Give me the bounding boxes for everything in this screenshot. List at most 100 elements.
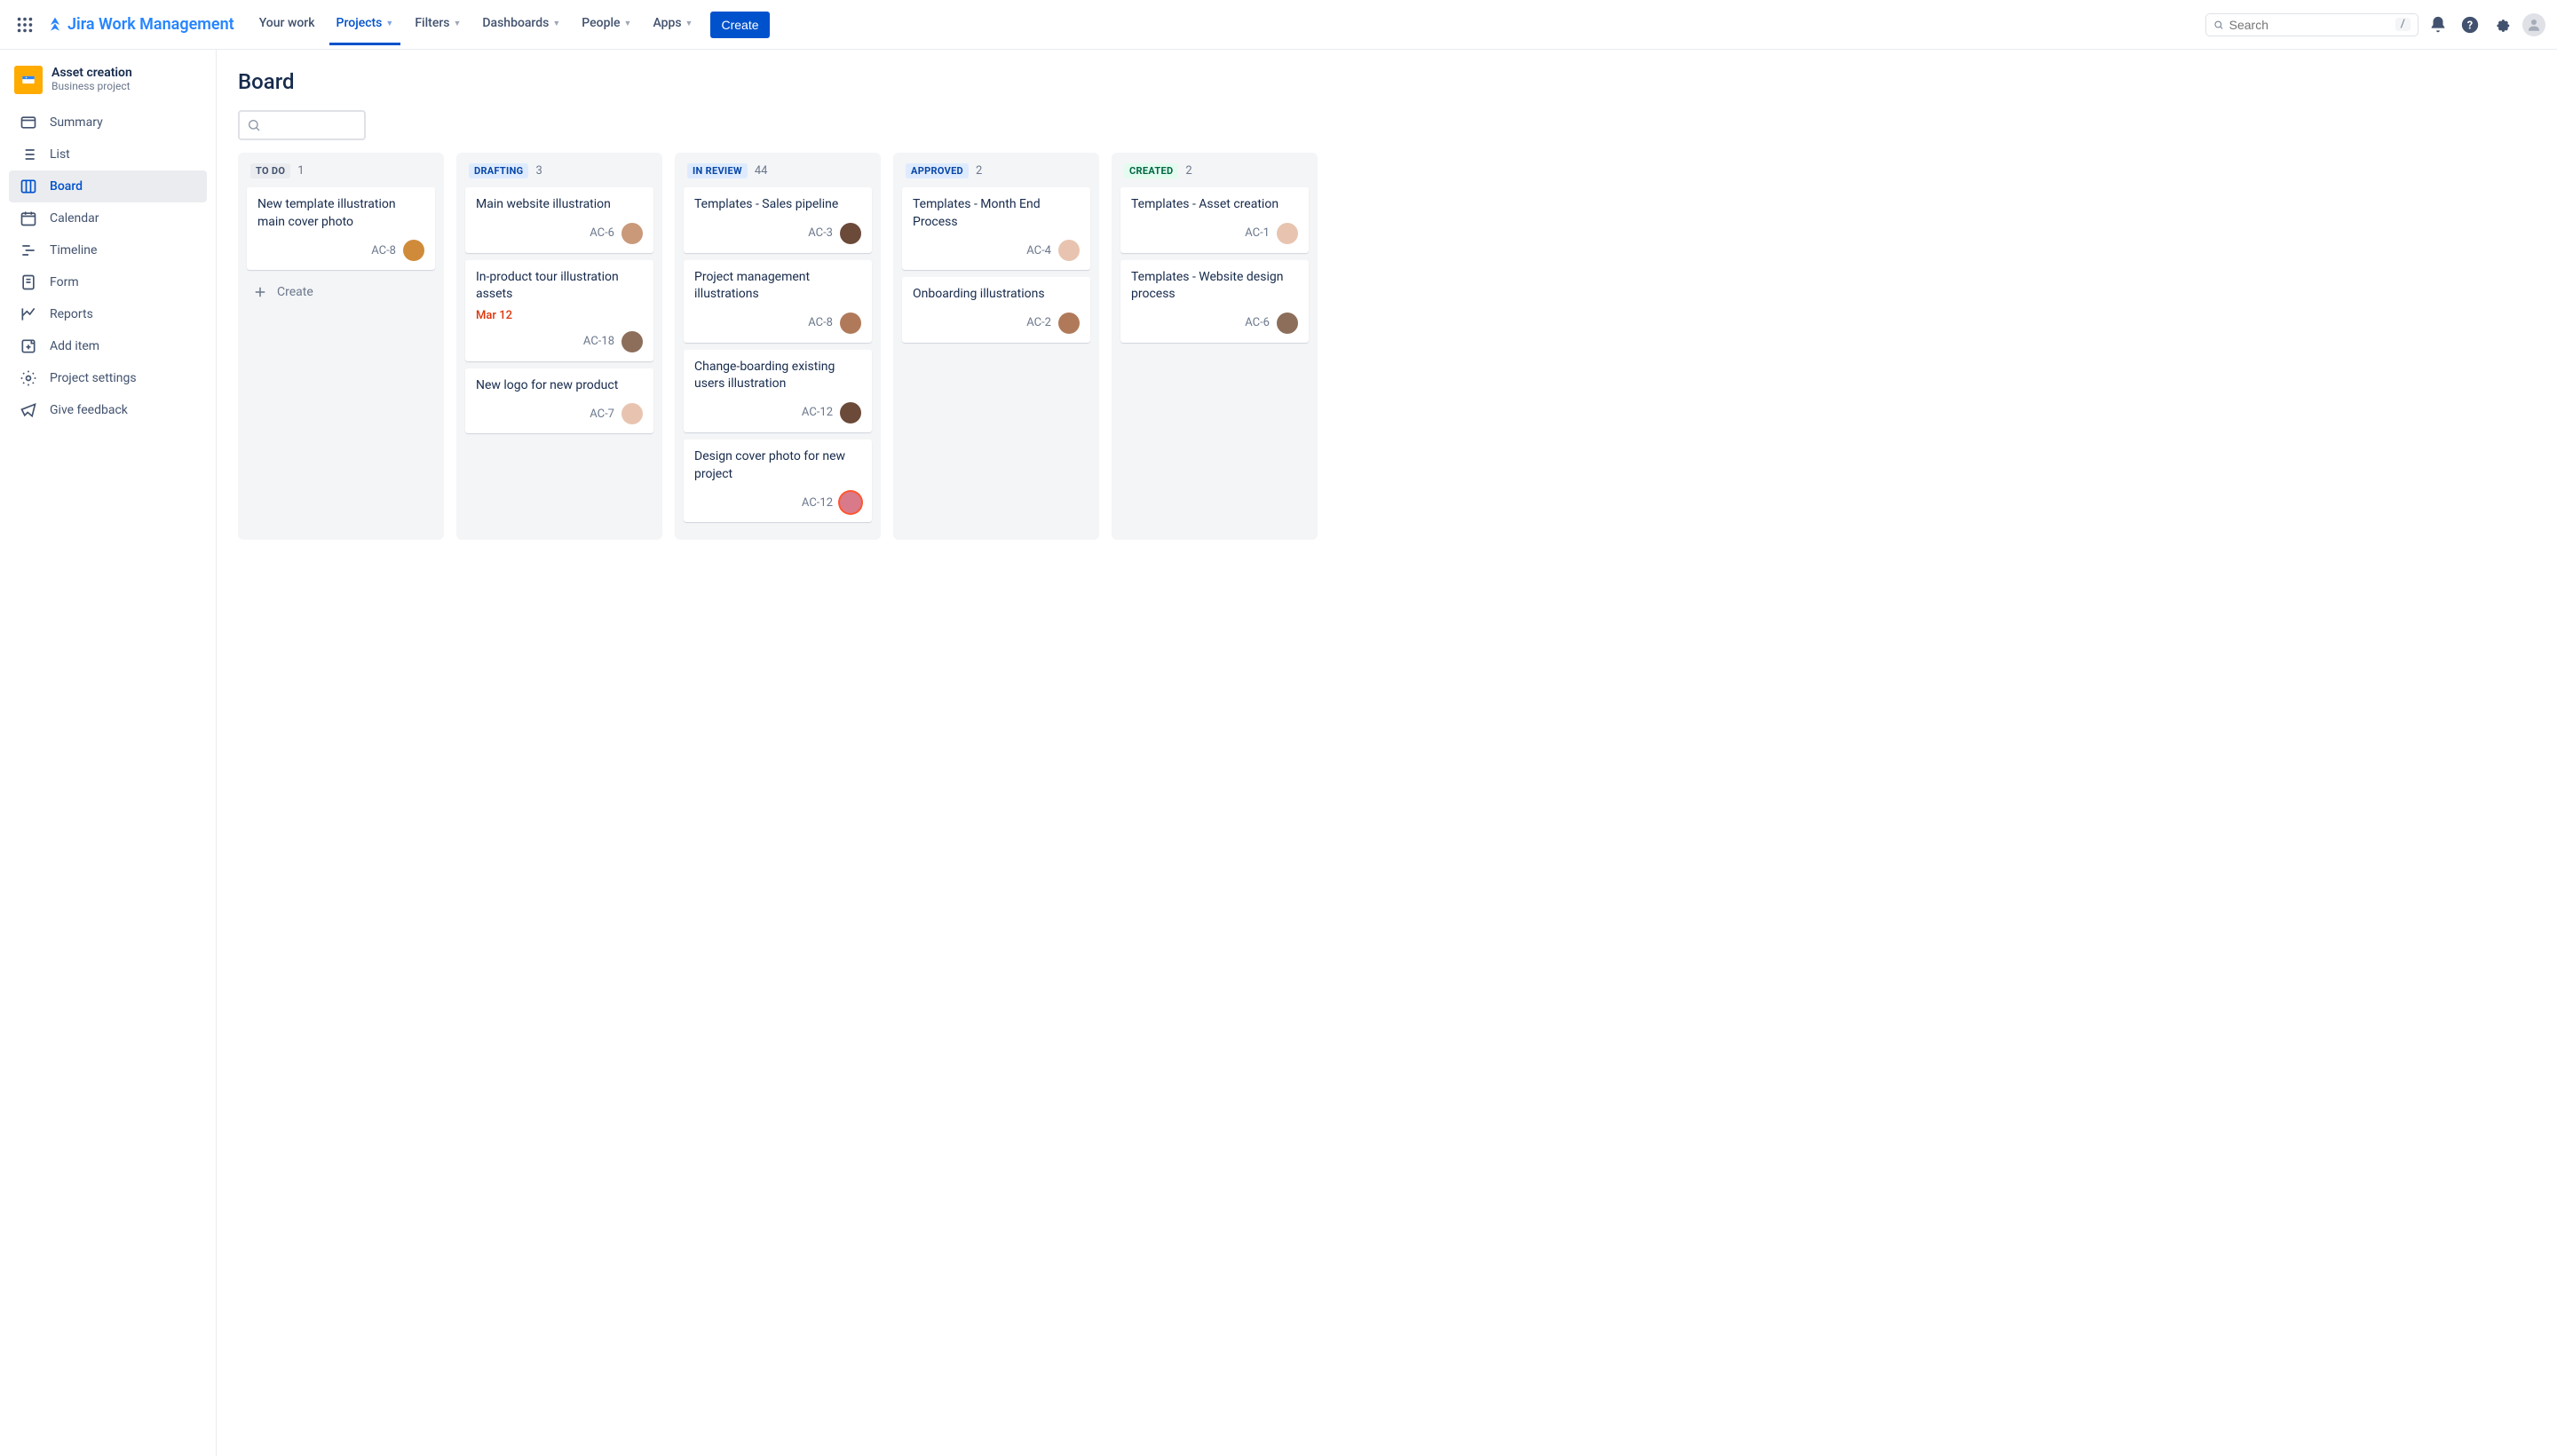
board-card[interactable]: Main website illustrationAC-6 <box>465 187 653 253</box>
create-button[interactable]: Create <box>710 12 769 38</box>
nav-your-work[interactable]: Your work <box>252 12 322 45</box>
nav-projects[interactable]: Projects▼ <box>329 12 401 45</box>
create-card-button[interactable]: Create <box>247 277 435 307</box>
board-card[interactable]: Onboarding illustrations AC-2 <box>902 277 1090 343</box>
assignee-avatar[interactable] <box>840 492 861 513</box>
sidebar-item-form[interactable]: Form <box>9 266 207 298</box>
board-card[interactable]: New template illustration main cover pho… <box>247 187 435 270</box>
card-key: AC-12 <box>802 496 833 510</box>
card-footer: AC-6 <box>1131 313 1298 334</box>
column-count: 2 <box>1185 164 1191 178</box>
create-card-label: Create <box>277 285 313 299</box>
profile-avatar[interactable] <box>2521 12 2546 37</box>
card-title: Templates - Asset creation <box>1131 196 1298 214</box>
column-header[interactable]: APPROVED2 <box>902 163 1090 178</box>
card-key: AC-6 <box>1245 316 1270 329</box>
card-key: AC-8 <box>808 316 833 329</box>
card-title: Project management illustrations <box>694 269 861 304</box>
board-card[interactable]: New logo for new productAC-7 <box>465 368 653 434</box>
card-key: AC-6 <box>590 226 614 240</box>
nav-filters[interactable]: Filters▼ <box>408 12 468 45</box>
card-title: In-product tour illustration assets <box>476 269 643 304</box>
card-key: AC-4 <box>1026 244 1051 257</box>
search-icon <box>247 118 261 132</box>
topbar: Jira Work Management Your work Projects▼… <box>0 0 2557 50</box>
nav-apps[interactable]: Apps▼ <box>645 12 700 45</box>
sidebar-item-project-settings[interactable]: Project settings <box>9 362 207 394</box>
board-card[interactable]: Templates - Sales pipelineAC-3 <box>684 187 872 253</box>
column-header[interactable]: TO DO1 <box>247 163 435 178</box>
column-header[interactable]: CREATED2 <box>1120 163 1309 178</box>
board-card[interactable]: Project management illustrations AC-8 <box>684 260 872 343</box>
column-count: 44 <box>755 164 768 178</box>
project-subtitle: Business project <box>51 80 132 92</box>
card-title: New logo for new product <box>476 377 643 395</box>
chevron-down-icon: ▼ <box>453 19 461 28</box>
column-header[interactable]: IN REVIEW 44 <box>684 163 872 178</box>
search-input[interactable] <box>2229 18 2390 32</box>
board-card[interactable]: In-product tour illustration assets Mar 1… <box>465 260 653 361</box>
board-search[interactable] <box>238 110 366 140</box>
card-due-date: Mar 12 <box>476 309 643 322</box>
settings-icon[interactable] <box>2490 12 2514 37</box>
board-card[interactable]: Design cover photo for new project AC-12 <box>684 439 872 522</box>
chevron-down-icon: ▼ <box>624 19 632 28</box>
assignee-avatar[interactable] <box>840 402 861 423</box>
card-key: AC-12 <box>802 406 833 419</box>
board-column: TO DO1 New template illustration main cov… <box>238 153 444 540</box>
sidebar-item-timeline[interactable]: Timeline <box>9 234 207 266</box>
card-title: Design cover photo for new project <box>694 448 861 483</box>
assignee-avatar[interactable] <box>621 223 643 244</box>
sidebar-item-list[interactable]: List <box>9 138 207 170</box>
card-title: New template illustration main cover pho… <box>257 196 424 231</box>
sidebar-item-calendar[interactable]: Calendar <box>9 202 207 234</box>
board-column: IN REVIEW44Templates - Sales pipelineAC-… <box>675 153 881 540</box>
card-title: Onboarding illustrations <box>913 286 1080 304</box>
nav-people[interactable]: People▼ <box>574 12 638 45</box>
board-card[interactable]: Templates - Asset creation AC-1 <box>1120 187 1309 253</box>
plus-icon <box>252 284 268 300</box>
chevron-down-icon: ▼ <box>385 19 393 28</box>
card-title: Change-boarding existing users illustrat… <box>694 359 861 393</box>
card-title: Templates - Website design process <box>1131 269 1298 304</box>
project-header: Asset creation Business project <box>9 66 207 107</box>
project-name: Asset creation <box>51 66 132 80</box>
notifications-icon[interactable] <box>2426 12 2450 37</box>
column-label: IN REVIEW <box>687 163 748 178</box>
board-card[interactable]: Templates - Website design process AC-6 <box>1120 260 1309 343</box>
card-footer: AC-2 <box>913 313 1080 334</box>
assignee-avatar[interactable] <box>403 240 424 261</box>
chevron-down-icon: ▼ <box>552 19 560 28</box>
sidebar-item-give-feedback[interactable]: Give feedback <box>9 394 207 426</box>
nav-dashboards[interactable]: Dashboards▼ <box>475 12 567 45</box>
assignee-avatar[interactable] <box>1058 240 1080 261</box>
sidebar-item-reports[interactable]: Reports <box>9 298 207 330</box>
search-icon <box>2213 18 2224 32</box>
card-title: Templates - Sales pipeline <box>694 196 861 214</box>
product-logo[interactable]: Jira Work Management <box>46 15 234 34</box>
assignee-avatar[interactable] <box>840 313 861 334</box>
board-card[interactable]: Templates - Month End ProcessAC-4 <box>902 187 1090 270</box>
board-columns: TO DO1 New template illustration main cov… <box>238 153 2536 540</box>
help-icon[interactable]: ? <box>2458 12 2482 37</box>
primary-nav: Your work Projects▼ Filters▼ Dashboards▼… <box>252 4 770 45</box>
assignee-avatar[interactable] <box>621 331 643 352</box>
assignee-avatar[interactable] <box>1277 223 1298 244</box>
sidebar-item-add-item[interactable]: Add item <box>9 330 207 362</box>
sidebar-item-summary[interactable]: Summary <box>9 107 207 138</box>
column-header[interactable]: DRAFTING3 <box>465 163 653 178</box>
app-switcher-icon[interactable] <box>11 11 39 39</box>
sidebar-item-board[interactable]: Board <box>9 170 207 202</box>
assignee-avatar[interactable] <box>1277 313 1298 334</box>
column-count: 2 <box>976 164 982 178</box>
search-box[interactable]: / <box>2205 13 2418 36</box>
card-footer: AC-4 <box>913 240 1080 261</box>
assignee-avatar[interactable] <box>1058 313 1080 334</box>
assignee-avatar[interactable] <box>621 403 643 424</box>
card-key: AC-8 <box>371 244 396 257</box>
board-column: APPROVED2 Templates - Month End ProcessAC… <box>893 153 1099 540</box>
board-card[interactable]: Change-boarding existing users illustrat… <box>684 350 872 432</box>
card-key: AC-1 <box>1245 226 1270 240</box>
assignee-avatar[interactable] <box>840 223 861 244</box>
svg-text:?: ? <box>2467 19 2473 32</box>
